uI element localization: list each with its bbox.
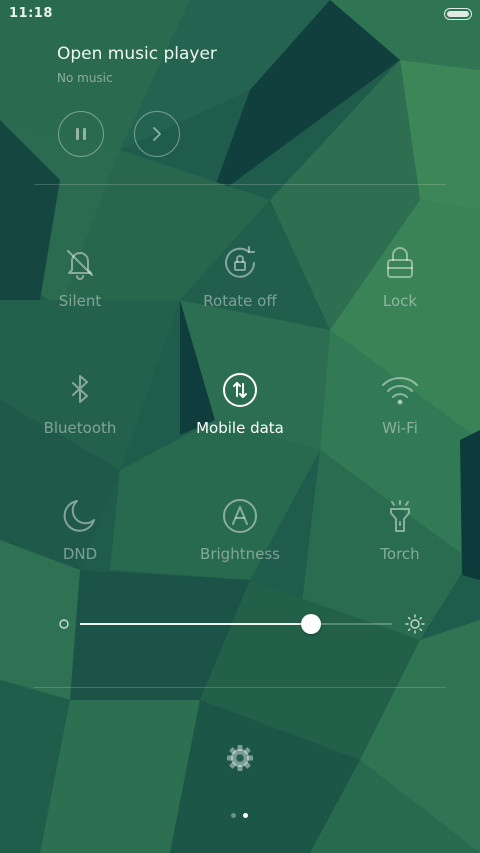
toggle-label: Silent bbox=[58, 292, 102, 310]
auto-brightness-icon bbox=[223, 499, 257, 533]
toggle-mobile-data[interactable]: Mobile data bbox=[170, 370, 310, 460]
music-player-subtitle: No music bbox=[57, 71, 113, 85]
toggle-bluetooth[interactable]: Bluetooth bbox=[10, 370, 150, 460]
brightness-slider[interactable] bbox=[56, 608, 426, 640]
status-bar: 11:18 bbox=[0, 0, 480, 28]
toggle-label: Lock bbox=[382, 292, 418, 310]
toggle-dnd[interactable]: DND bbox=[10, 496, 150, 586]
toggle-lock[interactable]: Lock bbox=[330, 243, 470, 333]
status-time: 11:18 bbox=[9, 6, 53, 21]
mobile-data-icon bbox=[223, 373, 257, 407]
battery-icon bbox=[444, 8, 472, 20]
wifi-icon bbox=[382, 376, 418, 405]
divider-top bbox=[34, 184, 446, 185]
toggle-rotate[interactable]: Rotate off bbox=[170, 243, 310, 333]
toggle-silent[interactable]: Silent bbox=[10, 243, 150, 333]
pause-icon bbox=[76, 128, 86, 140]
brightness-track[interactable] bbox=[80, 614, 392, 634]
brightness-fill bbox=[80, 623, 311, 625]
toggle-label: Wi-Fi bbox=[382, 419, 418, 437]
toggle-label: Bluetooth bbox=[43, 419, 117, 437]
brightness-low-icon bbox=[59, 619, 69, 629]
toggle-label: Mobile data bbox=[196, 419, 284, 437]
rotation-lock-icon bbox=[225, 246, 255, 278]
settings-button[interactable] bbox=[224, 742, 256, 774]
toggle-wifi[interactable]: Wi-Fi bbox=[330, 370, 470, 460]
toggle-label: DND bbox=[62, 545, 98, 563]
flashlight-icon bbox=[390, 500, 410, 532]
pause-button[interactable] bbox=[58, 111, 104, 157]
music-player-title[interactable]: Open music player bbox=[57, 44, 217, 64]
toggle-brightness[interactable]: Brightness bbox=[170, 496, 310, 586]
bell-off-icon bbox=[67, 250, 93, 280]
moon-icon bbox=[63, 500, 95, 532]
next-track-button[interactable] bbox=[134, 111, 180, 157]
chevron-right-icon bbox=[153, 127, 161, 141]
page-indicator-dot bbox=[231, 813, 236, 818]
toggle-label: Torch bbox=[380, 545, 420, 563]
gear-icon bbox=[227, 745, 253, 771]
bluetooth-icon bbox=[72, 375, 88, 403]
toggle-label: Brightness bbox=[200, 545, 280, 563]
lock-icon bbox=[387, 247, 413, 278]
brightness-thumb[interactable] bbox=[300, 614, 321, 634]
page-indicator-dot-active bbox=[243, 813, 248, 818]
toggle-label: Rotate off bbox=[203, 292, 277, 310]
divider-bottom bbox=[34, 687, 446, 688]
brightness-high-icon bbox=[405, 614, 425, 634]
toggle-torch[interactable]: Torch bbox=[330, 496, 470, 586]
